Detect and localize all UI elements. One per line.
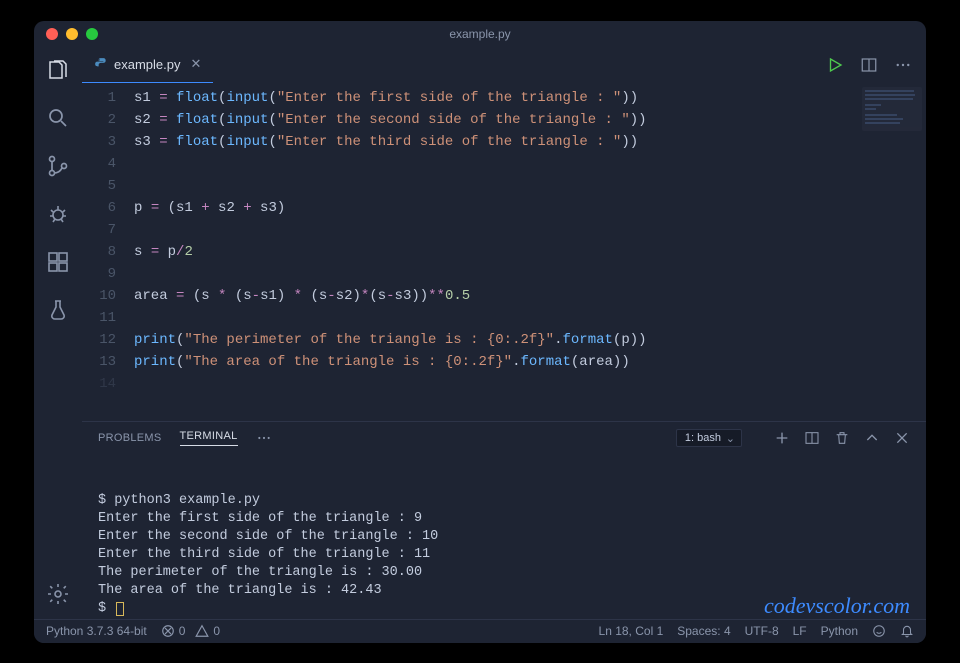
main-column: example.py ✕: [82, 47, 926, 619]
line-number: 4: [82, 153, 116, 175]
more-actions-icon[interactable]: [894, 56, 912, 74]
code-line[interactable]: s1 = float(input("Enter the first side o…: [134, 87, 926, 109]
vscode-window: example.py: [34, 21, 926, 643]
code-line[interactable]: [134, 307, 926, 329]
window-title: example.py: [449, 27, 510, 41]
line-number: 8: [82, 241, 116, 263]
line-number: 2: [82, 109, 116, 131]
code-line[interactable]: p = (s1 + s2 + s3): [134, 197, 926, 219]
close-panel-icon[interactable]: [894, 430, 910, 446]
new-terminal-icon[interactable]: [774, 430, 790, 446]
editor-wrap: 1234567891011121314 s1 = float(input("En…: [82, 83, 926, 421]
search-icon[interactable]: [45, 105, 71, 131]
status-problems[interactable]: 0 0: [161, 624, 220, 638]
close-tab-icon[interactable]: ✕: [190, 56, 201, 72]
line-number: 11: [82, 307, 116, 329]
body-area: example.py ✕: [34, 47, 926, 619]
line-number: 12: [82, 329, 116, 351]
line-number: 1: [82, 87, 116, 109]
settings-gear-icon[interactable]: [45, 581, 71, 607]
line-number: 3: [82, 131, 116, 153]
terminal-line: Enter the first side of the triangle : 9: [98, 510, 910, 528]
terminal-line: Enter the third side of the triangle : 1…: [98, 546, 910, 564]
explorer-icon[interactable]: [45, 57, 71, 83]
tab-example-py[interactable]: example.py ✕: [82, 47, 213, 83]
code-line[interactable]: [134, 175, 926, 197]
line-number-gutter: 1234567891011121314: [82, 87, 134, 421]
traffic-lights: [46, 28, 98, 40]
code-line[interactable]: [134, 219, 926, 241]
status-interpreter[interactable]: Python 3.7.3 64-bit: [46, 624, 147, 638]
watermark: codevscolor.com: [764, 597, 910, 615]
code-line[interactable]: [134, 263, 926, 285]
editor-actions: [826, 47, 926, 83]
panel-tabs: PROBLEMS TERMINAL 1: bash: [82, 422, 926, 454]
status-encoding[interactable]: UTF-8: [745, 624, 779, 638]
panel-tab-problems[interactable]: PROBLEMS: [98, 432, 162, 444]
maximize-panel-icon[interactable]: [864, 430, 880, 446]
titlebar: example.py: [34, 21, 926, 47]
status-bell-icon[interactable]: [900, 624, 914, 638]
status-feedback-icon[interactable]: [872, 624, 886, 638]
line-number: 7: [82, 219, 116, 241]
terminal-line: The perimeter of the triangle is : 30.00: [98, 564, 910, 582]
editor-tabbar: example.py ✕: [82, 47, 926, 83]
run-icon[interactable]: [826, 56, 844, 74]
code-line[interactable]: print("The perimeter of the triangle is …: [134, 329, 926, 351]
status-spaces[interactable]: Spaces: 4: [677, 624, 730, 638]
code-line[interactable]: print("The area of the triangle is : {0:…: [134, 351, 926, 373]
line-number: 10: [82, 285, 116, 307]
terminal-cursor: [116, 602, 124, 616]
code-line[interactable]: s = p/2: [134, 241, 926, 263]
code-editor[interactable]: 1234567891011121314 s1 = float(input("En…: [82, 83, 926, 421]
close-window-button[interactable]: [46, 28, 58, 40]
terminal-line: Enter the second side of the triangle : …: [98, 528, 910, 546]
maximize-window-button[interactable]: [86, 28, 98, 40]
test-icon[interactable]: [45, 297, 71, 323]
kill-terminal-icon[interactable]: [834, 430, 850, 446]
status-cursor[interactable]: Ln 18, Col 1: [599, 624, 664, 638]
code-line[interactable]: s3 = float(input("Enter the third side o…: [134, 131, 926, 153]
code-line[interactable]: s2 = float(input("Enter the second side …: [134, 109, 926, 131]
minimize-window-button[interactable]: [66, 28, 78, 40]
code-line[interactable]: [134, 153, 926, 175]
statusbar: Python 3.7.3 64-bit 0 0 Ln 18, Col 1 Spa…: [34, 619, 926, 643]
split-editor-icon[interactable]: [860, 56, 878, 74]
line-number: 6: [82, 197, 116, 219]
debug-icon[interactable]: [45, 201, 71, 227]
code-content[interactable]: s1 = float(input("Enter the first side o…: [134, 87, 926, 421]
terminal-selector[interactable]: 1: bash: [676, 429, 742, 447]
python-file-icon: [94, 57, 108, 71]
panel-tab-terminal[interactable]: TERMINAL: [180, 430, 238, 446]
minimap[interactable]: [862, 87, 922, 131]
code-line[interactable]: area = (s * (s-s1) * (s-s2)*(s-s3))**0.5: [134, 285, 926, 307]
panel-more-icon[interactable]: [256, 430, 272, 446]
extensions-icon[interactable]: [45, 249, 71, 275]
split-terminal-icon[interactable]: [804, 430, 820, 446]
line-number: 5: [82, 175, 116, 197]
line-number: 9: [82, 263, 116, 285]
bottom-panel: PROBLEMS TERMINAL 1: bash: [82, 421, 926, 619]
status-eol[interactable]: LF: [793, 624, 807, 638]
status-language[interactable]: Python: [821, 624, 858, 638]
line-number: 13: [82, 351, 116, 373]
terminal-line: $ python3 example.py: [98, 492, 910, 510]
tab-label: example.py: [114, 57, 180, 72]
terminal-output[interactable]: $ python3 example.pyEnter the first side…: [82, 454, 926, 619]
source-control-icon[interactable]: [45, 153, 71, 179]
activity-bar: [34, 47, 82, 619]
